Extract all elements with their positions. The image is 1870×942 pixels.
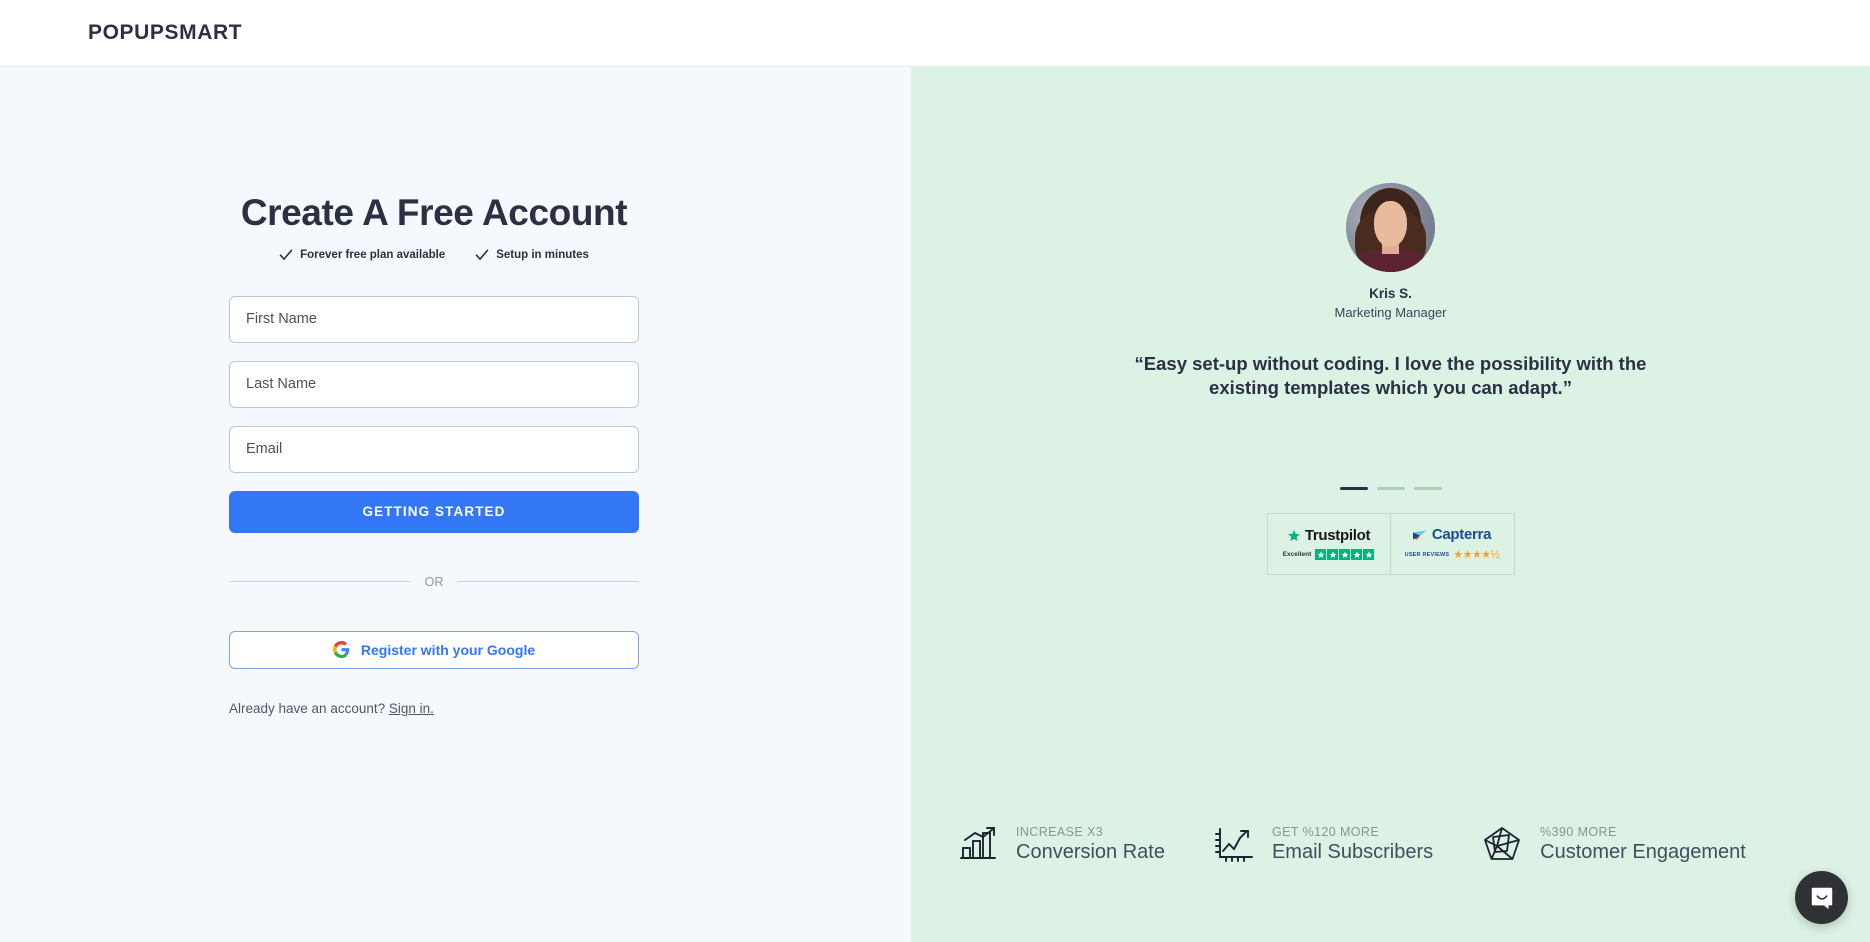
perks-list: Forever free plan available Setup in min… [229,248,639,262]
carousel-dot-2[interactable] [1376,486,1405,490]
perk-item: Setup in minutes [475,248,589,262]
perk-item: Forever free plan available [279,248,445,262]
stat-conversion-rate: INCREASE X3 Conversion Rate [957,824,1165,864]
signup-page: POPUPSMART Create A Free Account Forever… [0,0,1870,942]
stat-value: Customer Engagement [1540,840,1746,863]
social-proof-pane: Kris S. Marketing Manager “Easy set-up w… [911,67,1870,942]
star-icon [1351,549,1363,561]
or-divider-label: OR [424,574,444,589]
stat-email-subscribers: GET %120 MORE Email Subscribers [1213,824,1433,864]
signin-prompt: Already have an account? [229,700,386,716]
split-panes: Create A Free Account Forever free plan … [0,67,1870,942]
signin-link[interactable]: Sign in. [389,701,434,716]
stat-text: INCREASE X3 Conversion Rate [1016,825,1165,864]
capterra-name: Capterra [1431,526,1492,544]
fields-group [229,295,639,473]
capterra-rating: USER REVIEWS ★★★★½ [1405,548,1500,561]
stat-customer-engagement: %390 MORE Customer Engagement [1481,824,1746,864]
testimonial-block: Kris S. Marketing Manager “Easy set-up w… [911,67,1870,575]
testimonial-quote: “Easy set-up without coding. I love the … [1134,353,1647,399]
capterra-rating-label: USER REVIEWS [1404,551,1450,558]
carousel-dot-1[interactable] [1339,486,1368,490]
first-name-input[interactable] [229,295,639,343]
signin-row: Already have an account? Sign in. [229,701,639,716]
capterra-stars: ★★★★½ [1453,549,1500,562]
avatar [1346,183,1435,272]
trustpilot-stars [1315,549,1375,561]
perk-label: Forever free plan available [300,248,446,261]
trustpilot-star-icon [1287,529,1300,541]
stat-kicker: %390 MORE [1540,824,1617,839]
signup-pane: Create A Free Account Forever free plan … [0,67,911,942]
perk-label: Setup in minutes [496,248,589,261]
carousel-dot-3[interactable] [1413,486,1442,490]
trustpilot-rating-label: Excellent [1282,551,1312,559]
star-icon [1327,549,1339,561]
stats-row: INCREASE X3 Conversion Rate GET %120 MOR… [911,824,1870,864]
signup-form: Create A Free Account Forever free plan … [229,192,639,716]
trustpilot-badge[interactable]: Trustpilot Excellent [1266,512,1391,575]
capterra-header: Capterra [1412,526,1492,544]
line-chart-icon [1215,828,1253,862]
capterra-logo-icon [1412,530,1427,540]
register-with-google-button[interactable]: Register with your Google [229,630,639,669]
stat-text: %390 MORE Customer Engagement [1540,825,1746,864]
network-pentagon-icon [1484,827,1521,860]
stat-kicker: GET %120 MORE [1271,824,1380,839]
bar-chart-icon [960,827,996,859]
chat-bubble-icon [1811,887,1832,909]
email-input[interactable] [229,425,639,473]
stat-value: Email Subscribers [1271,840,1434,863]
capterra-badge[interactable]: Capterra USER REVIEWS ★★★★½ [1390,512,1515,575]
chat-launcher-button[interactable] [1795,871,1848,924]
google-g-icon [332,641,350,659]
review-badges: Trustpilot Excellent Capterra USER REVIE… [911,512,1870,575]
page-title: Create A Free Account [240,192,628,233]
star-icon [1363,549,1375,561]
check-icon [475,249,489,260]
star-icon [1339,549,1351,561]
testimonial-author-role: Marketing Manager [1334,305,1447,320]
stat-value: Conversion Rate [1016,840,1165,863]
google-button-label: Register with your Google [360,641,536,658]
avatar-wrap [911,183,1870,272]
testimonial-author-name: Kris S. [1369,286,1412,301]
brand-logo[interactable]: POPUPSMART [88,21,242,45]
or-divider: OR [229,575,639,589]
trustpilot-name: Trustpilot [1304,527,1371,545]
trustpilot-rating: Excellent [1282,549,1375,561]
stat-kicker: INCREASE X3 [1016,824,1104,839]
carousel-dots [911,486,1870,490]
stat-text: GET %120 MORE Email Subscribers [1272,825,1433,864]
star-icon [1315,549,1327,561]
check-icon [279,249,293,260]
getting-started-button[interactable]: GETTING STARTED [229,490,639,533]
trustpilot-header: Trustpilot [1287,527,1370,544]
last-name-input[interactable] [229,360,639,408]
app-header: POPUPSMART [0,0,1870,67]
